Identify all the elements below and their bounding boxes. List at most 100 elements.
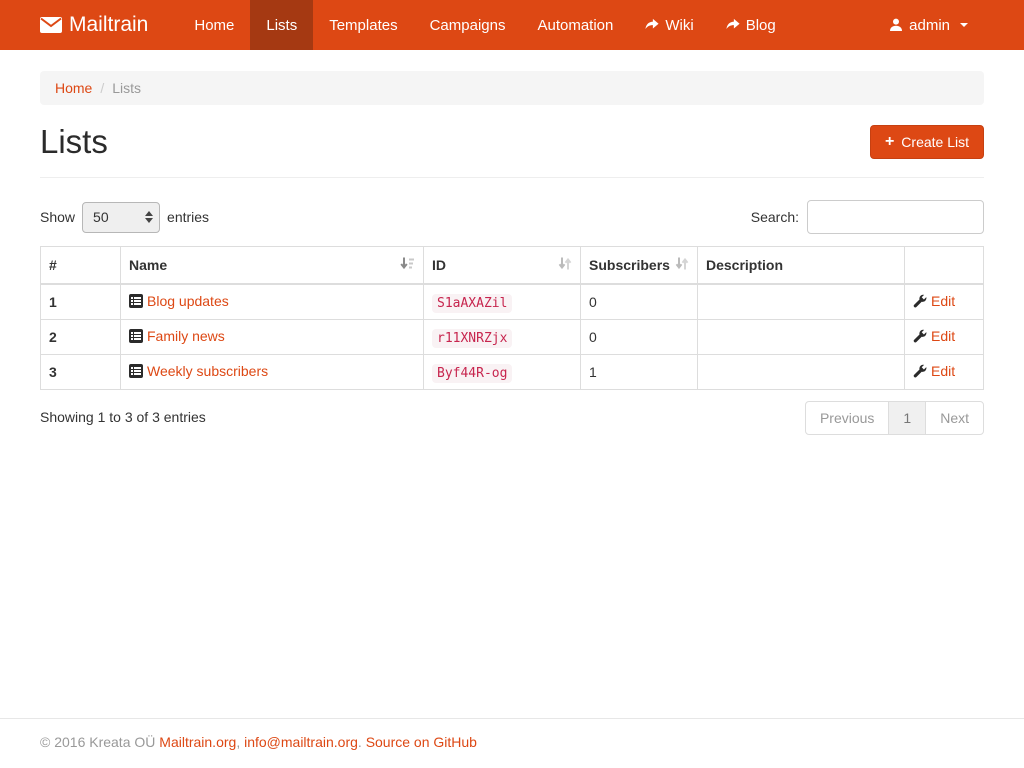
page-length-control: Show 50 entries xyxy=(40,202,209,233)
row-index: 1 xyxy=(41,284,121,320)
header-name-label: Name xyxy=(129,257,167,273)
search-control: Search: xyxy=(751,200,984,234)
list-link[interactable]: Weekly subscribers xyxy=(129,363,268,379)
row-id-cell: r11XNRZjx xyxy=(424,320,581,355)
row-edit-cell: Edit xyxy=(905,355,984,390)
nav-item-label: Campaigns xyxy=(430,17,506,34)
header-index[interactable]: # xyxy=(41,247,121,285)
create-list-label: Create List xyxy=(901,134,969,150)
row-name-cell: Family news xyxy=(121,320,424,355)
nav-item-wiki[interactable]: Wiki xyxy=(629,0,709,50)
edit-label: Edit xyxy=(931,293,955,309)
sort-both-icon xyxy=(558,257,572,274)
mailtrain-org-link[interactable]: Mailtrain.org xyxy=(159,734,236,750)
plus-icon: + xyxy=(885,136,894,148)
row-id-cell: S1aAXAZil xyxy=(424,284,581,320)
nav-item-campaigns[interactable]: Campaigns xyxy=(414,0,522,50)
wrench-icon xyxy=(913,364,927,378)
copyright-text: © 2016 Kreata OÜ xyxy=(40,734,155,750)
show-label: Show xyxy=(40,209,75,225)
user-label: admin xyxy=(909,17,950,34)
list-link[interactable]: Blog updates xyxy=(129,293,229,309)
table-info: Showing 1 to 3 of 3 entries xyxy=(40,401,206,425)
search-input[interactable] xyxy=(807,200,984,234)
source-github-link[interactable]: Source on GitHub xyxy=(366,734,477,750)
header-actions xyxy=(905,247,984,285)
nav-item-label: Templates xyxy=(329,17,397,34)
breadcrumb-home-link[interactable]: Home xyxy=(55,80,92,96)
row-name-cell: Weekly subscribers xyxy=(121,355,424,390)
pagination: Previous 1 Next xyxy=(805,401,984,435)
nav-item-label: Home xyxy=(194,17,234,34)
page-length-select[interactable]: 50 xyxy=(83,203,159,232)
header-name[interactable]: Name xyxy=(121,247,424,285)
list-link[interactable]: Family news xyxy=(129,328,225,344)
row-subscribers-cell: 0 xyxy=(581,284,698,320)
row-subscribers-cell: 1 xyxy=(581,355,698,390)
edit-label: Edit xyxy=(931,328,955,344)
search-label: Search: xyxy=(751,209,799,225)
list-name: Family news xyxy=(147,328,225,344)
email-link[interactable]: info@mailtrain.org xyxy=(244,734,358,750)
nav-item-automation[interactable]: Automation xyxy=(521,0,629,50)
create-list-button[interactable]: + Create List xyxy=(870,125,984,159)
list-alt-icon xyxy=(129,329,143,343)
nav-item-label: Automation xyxy=(537,17,613,34)
wrench-icon xyxy=(913,294,927,308)
header-description[interactable]: Description xyxy=(698,247,905,285)
breadcrumb: Home / Lists xyxy=(40,71,984,105)
table-header-row: # Name ID Subscribers xyxy=(41,247,984,285)
edit-link[interactable]: Edit xyxy=(913,293,955,309)
footer-separator: . xyxy=(358,734,366,750)
pagination-page-1-button[interactable]: 1 xyxy=(888,401,926,435)
nav-item-lists[interactable]: Lists xyxy=(250,0,313,50)
nav-items: Home Lists Templates Campaigns Automatio… xyxy=(178,0,791,50)
row-description-cell xyxy=(698,355,905,390)
user-menu[interactable]: admin xyxy=(873,0,984,50)
edit-link[interactable]: Edit xyxy=(913,328,955,344)
brand-link[interactable]: Mailtrain xyxy=(40,0,148,50)
table-row: 1 Blog updates S1aAXAZil 0 xyxy=(41,284,984,320)
header-subscribers-label: Subscribers xyxy=(589,257,670,273)
row-name-cell: Blog updates xyxy=(121,284,424,320)
row-index: 2 xyxy=(41,320,121,355)
pagination-next-button[interactable]: Next xyxy=(925,401,984,435)
nav-item-home[interactable]: Home xyxy=(178,0,250,50)
list-name: Weekly subscribers xyxy=(147,363,268,379)
wrench-icon xyxy=(913,329,927,343)
list-id: S1aAXAZil xyxy=(432,294,512,313)
nav-item-label: Blog xyxy=(746,17,776,34)
navbar: Mailtrain Home Lists Templates Campaigns… xyxy=(0,0,1024,50)
header-id[interactable]: ID xyxy=(424,247,581,285)
user-icon xyxy=(889,18,903,32)
edit-link[interactable]: Edit xyxy=(913,363,955,379)
pagination-previous-button[interactable]: Previous xyxy=(805,401,889,435)
breadcrumb-current: Lists xyxy=(112,80,141,96)
table-row: 3 Weekly subscribers Byf44R-og 1 xyxy=(41,355,984,390)
list-alt-icon xyxy=(129,364,143,378)
nav-item-label: Wiki xyxy=(665,17,693,34)
row-index: 3 xyxy=(41,355,121,390)
breadcrumb-divider: / xyxy=(100,80,104,96)
list-id: Byf44R-og xyxy=(432,364,512,383)
envelope-icon xyxy=(40,17,62,33)
list-id: r11XNRZjx xyxy=(432,329,512,348)
sort-desc-icon xyxy=(400,257,415,274)
list-name: Blog updates xyxy=(147,293,229,309)
nav-item-blog[interactable]: Blog xyxy=(710,0,792,50)
footer-separator: , xyxy=(236,734,244,750)
header-subscribers[interactable]: Subscribers xyxy=(581,247,698,285)
lists-table: # Name ID Subscribers xyxy=(40,246,984,390)
row-edit-cell: Edit xyxy=(905,284,984,320)
edit-label: Edit xyxy=(931,363,955,379)
table-row: 2 Family news r11XNRZjx 0 xyxy=(41,320,984,355)
row-id-cell: Byf44R-og xyxy=(424,355,581,390)
sort-both-icon xyxy=(675,257,689,274)
site-footer: © 2016 Kreata OÜ Mailtrain.org, info@mai… xyxy=(0,718,1024,768)
page-header: Lists + Create List xyxy=(40,123,984,178)
nav-item-templates[interactable]: Templates xyxy=(313,0,413,50)
external-share-icon xyxy=(726,18,740,32)
external-share-icon xyxy=(645,18,659,32)
row-subscribers-cell: 0 xyxy=(581,320,698,355)
row-edit-cell: Edit xyxy=(905,320,984,355)
